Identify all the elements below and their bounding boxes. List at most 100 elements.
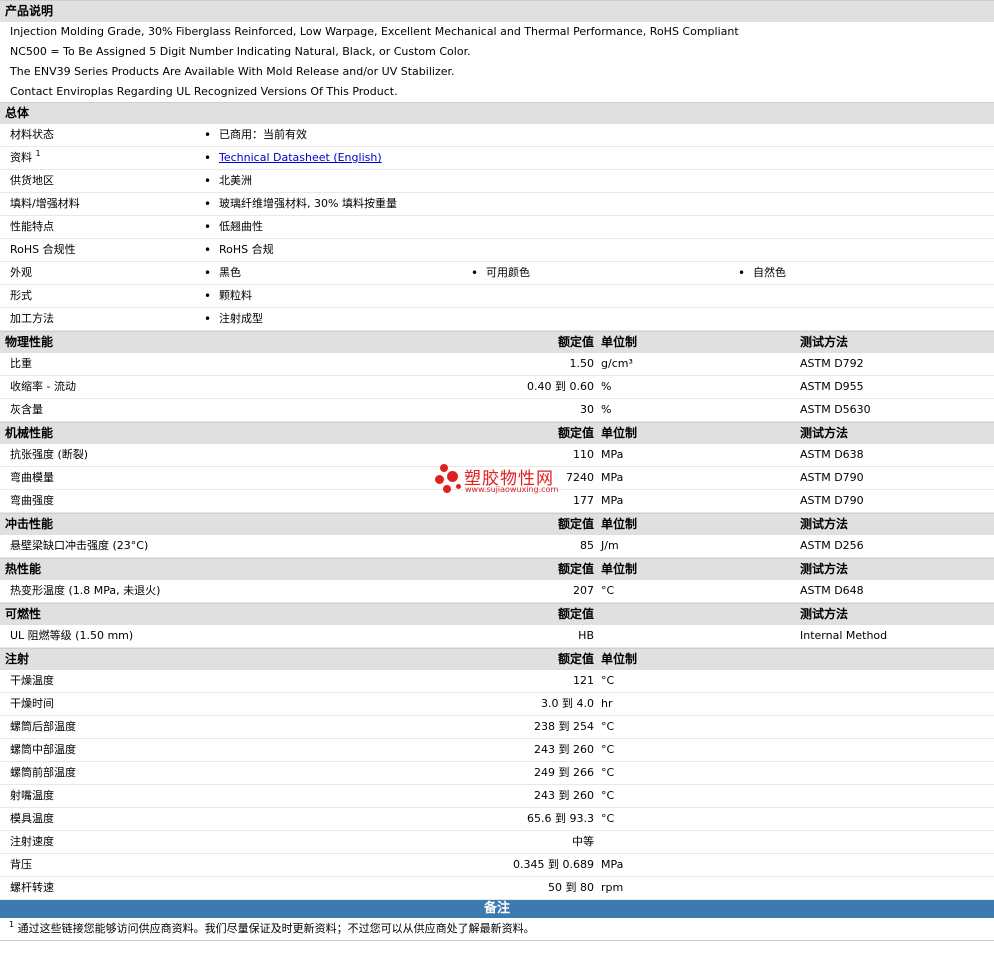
- property-unit: °C: [601, 674, 615, 687]
- section-header-product: 产品说明: [0, 0, 994, 22]
- property-value: 7240: [566, 471, 594, 484]
- property-label: 热变形温度 (1.8 MPa, 未退火): [10, 584, 161, 597]
- general-row: RoHS 合规性 RoHS 合规: [0, 239, 994, 262]
- property-value: 207: [573, 584, 594, 597]
- property-label: 收缩率 - 流动: [10, 380, 76, 393]
- property-value: 243 到 260: [534, 743, 594, 756]
- column-header-value: 额定值: [557, 426, 594, 440]
- property-value: 110: [573, 448, 594, 461]
- column-header-value: 额定值: [557, 335, 594, 349]
- property-value: 1.50: [569, 357, 595, 370]
- property-unit: g/cm³: [601, 357, 633, 370]
- property-unit: °C: [601, 720, 615, 733]
- description-line: Contact Enviroplas Regarding UL Recogniz…: [0, 82, 994, 102]
- column-header-method: 测试方法: [800, 562, 849, 576]
- property-value: 0.40 到 0.60: [527, 380, 594, 393]
- property-label: 悬壁梁缺口冲击强度 (23°C): [10, 539, 149, 552]
- property-method: ASTM D648: [800, 584, 864, 597]
- property-row: 干燥温度 121 °C: [0, 670, 994, 693]
- property-unit: °C: [601, 766, 615, 779]
- footnote-ref: 1: [35, 149, 41, 158]
- footnote: 1 通过这些链接您能够访问供应商资料。我们尽量保证及时更新资料；不过您可以从供应…: [0, 918, 994, 941]
- column-header-method: 测试方法: [800, 607, 849, 621]
- description-line: NC500 = To Be Assigned 5 Digit Number In…: [0, 42, 994, 62]
- property-label: 螺筒前部温度: [10, 766, 76, 779]
- column-header-method: 测试方法: [800, 517, 849, 531]
- property-label: 灰含量: [10, 403, 43, 416]
- general-row: 加工方法 注射成型: [0, 308, 994, 331]
- column-header-unit: 单位制: [601, 335, 638, 349]
- column-header-value: 额定值: [557, 562, 594, 576]
- property-value: 249 到 266: [534, 766, 594, 779]
- property-value: 中等: [572, 835, 594, 848]
- property-unit: MPa: [601, 471, 624, 484]
- property-row: 比重 1.50 g/cm³ ASTM D792: [0, 353, 994, 376]
- property-method: ASTM D790: [800, 494, 864, 507]
- section-title: 热性能: [5, 562, 42, 576]
- property-unit: hr: [601, 697, 613, 710]
- property-label: 弯曲强度: [10, 494, 54, 507]
- section-header: 机械性能 额定值 单位制 测试方法: [0, 422, 994, 444]
- property-row: 收缩率 - 流动 0.40 到 0.60% ASTM D955: [0, 376, 994, 399]
- column-header-method: 测试方法: [800, 426, 849, 440]
- property-row: 干燥时间 3.0 到 4.0 hr: [0, 693, 994, 716]
- property-value: 65.6 到 93.3: [527, 812, 594, 825]
- section-header: 冲击性能 额定值 单位制 测试方法: [0, 513, 994, 535]
- section-title: 机械性能: [5, 426, 54, 440]
- property-row: 螺筒中部温度 243 到 260 °C: [0, 739, 994, 762]
- column-header-unit: 单位制: [601, 426, 638, 440]
- general-row: 填料/增强材料 玻璃纤维增强材料, 30% 填料按重量: [0, 193, 994, 216]
- property-label: 射嘴温度: [10, 789, 54, 802]
- property-row: 背压 0.345 到 0.689 MPa: [0, 854, 994, 877]
- column-header-value: 额定值: [557, 652, 594, 666]
- section-header: 注射 额定值 单位制: [0, 648, 994, 670]
- property-label: 干燥时间: [10, 697, 54, 710]
- property-value: 3.0 到 4.0: [541, 697, 594, 710]
- section-header: 可燃性 额定值 测试方法: [0, 603, 994, 625]
- property-method: Internal Method: [800, 629, 888, 642]
- property-label: 比重: [10, 357, 32, 370]
- property-label: 弯曲模量: [10, 471, 54, 484]
- general-row: 性能特点 低翘曲性: [0, 216, 994, 239]
- property-value: 121: [573, 674, 594, 687]
- section-title: 物理性能: [5, 335, 54, 349]
- property-method: ASTM D638: [800, 448, 864, 461]
- datasheet-link[interactable]: Technical Datasheet (English): [219, 151, 382, 164]
- property-row: 螺杆转速 50 到 80 rpm: [0, 877, 994, 900]
- property-value: 243 到 260: [534, 789, 594, 802]
- column-header-value: 额定值: [557, 517, 594, 531]
- column-header-value: 额定值: [557, 607, 594, 621]
- general-row: 供货地区 北美洲: [0, 170, 994, 193]
- property-value: 238 到 254: [534, 720, 594, 733]
- property-label: 模具温度: [10, 812, 54, 825]
- section-title: 冲击性能: [5, 517, 54, 531]
- notes-header: 备注: [0, 900, 994, 918]
- property-value: HB: [578, 629, 594, 642]
- general-row: 形式 颗粒料: [0, 285, 994, 308]
- property-method: ASTM D5630: [800, 403, 871, 416]
- property-method: ASTM D792: [800, 357, 864, 370]
- general-row: 材料状态 已商用：当前有效: [0, 124, 994, 147]
- property-value: 50 到 80: [548, 881, 594, 894]
- section-title: 注射: [5, 652, 30, 666]
- property-value: 30: [580, 403, 594, 416]
- property-label: 干燥温度: [10, 674, 54, 687]
- property-label: 抗张强度 (断裂): [10, 448, 89, 461]
- property-method: ASTM D955: [800, 380, 864, 393]
- column-header-method: 测试方法: [800, 335, 849, 349]
- section-header-general: 总体: [0, 102, 994, 124]
- description-line: Injection Molding Grade, 30% Fiberglass …: [0, 22, 994, 42]
- property-label: 螺杆转速: [10, 881, 54, 894]
- property-row: 螺筒前部温度 249 到 266 °C: [0, 762, 994, 785]
- property-row: 射嘴温度 243 到 260 °C: [0, 785, 994, 808]
- property-row: 螺筒后部温度 238 到 254 °C: [0, 716, 994, 739]
- section-header: 热性能 额定值 单位制 测试方法: [0, 558, 994, 580]
- property-method: ASTM D256: [800, 539, 864, 552]
- property-unit: MPa: [601, 858, 624, 871]
- section-header: 物理性能 额定值 单位制 测试方法: [0, 331, 994, 353]
- section-title: 可燃性: [5, 607, 42, 621]
- section-title: 产品说明: [5, 4, 54, 18]
- column-header-unit: 单位制: [601, 652, 638, 666]
- property-row: 热变形温度 (1.8 MPa, 未退火) 207 °C ASTM D648: [0, 580, 994, 603]
- property-label: 螺筒后部温度: [10, 720, 76, 733]
